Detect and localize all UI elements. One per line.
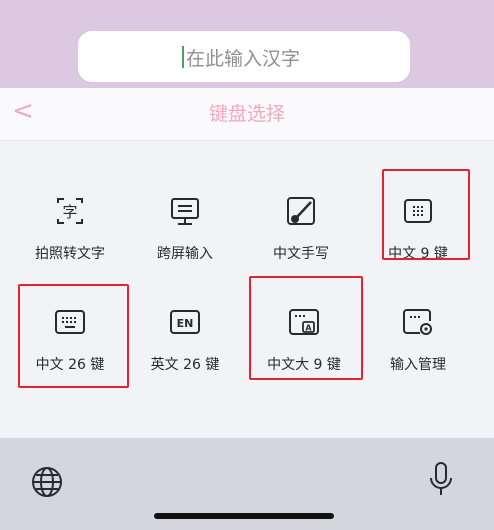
keyboard-option-label: 英文 26 键: [150, 357, 220, 373]
keyboard-option-english-26[interactable]: EN 英文 26 键: [125, 302, 245, 392]
search-placeholder: 在此输入汉字: [186, 48, 301, 70]
handwriting-icon: [287, 197, 315, 225]
monitor-icon: [171, 198, 199, 225]
keyboard-option-cross-screen[interactable]: 跨屏输入: [125, 191, 245, 281]
highlight-box-chinese-9: [382, 169, 470, 260]
home-indicator[interactable]: [154, 513, 334, 519]
globe-icon[interactable]: [30, 465, 64, 499]
keyboard-option-handwriting[interactable]: 中文手写: [241, 191, 361, 281]
keyboard-option-input-manage[interactable]: 输入管理: [358, 302, 478, 392]
keyboard-option-label: 跨屏输入: [157, 246, 213, 262]
microphone-icon[interactable]: [426, 460, 456, 500]
en-keyboard-icon: EN: [170, 310, 200, 334]
keyboard-settings-icon: [403, 309, 432, 335]
svg-text:字: 字: [62, 203, 77, 221]
keyboard-option-label: 输入管理: [390, 357, 446, 373]
text-caret: [182, 46, 184, 68]
highlight-box-chinese-26: [18, 284, 129, 388]
highlight-box-chinese-large-9: [249, 276, 363, 380]
page-title: 键盘选择: [208, 103, 285, 125]
svg-text:EN: EN: [177, 317, 194, 330]
keyboard-option-photo-text[interactable]: 字 拍照转文字: [10, 191, 130, 281]
photo-text-icon: 字: [57, 198, 83, 224]
keyboard-option-label: 中文手写: [273, 246, 329, 262]
keyboard-option-label: 拍照转文字: [35, 246, 105, 262]
